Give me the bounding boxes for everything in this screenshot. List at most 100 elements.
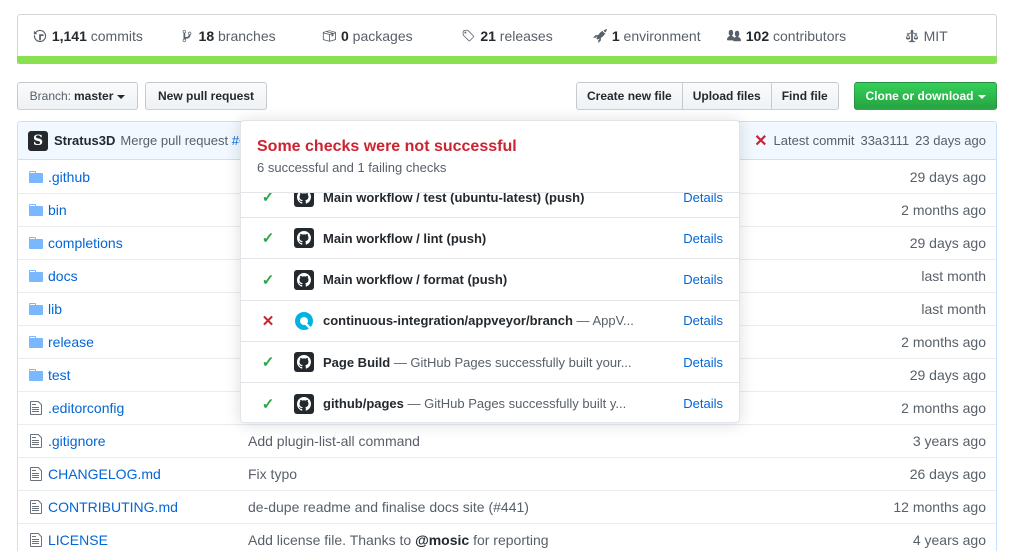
branches-link[interactable]: 18 branches [158, 28, 298, 44]
check-row: ✓ Main workflow / lint (push) Details [241, 218, 739, 260]
check-details-link[interactable]: Details [681, 396, 723, 411]
github-icon [294, 193, 314, 207]
folder-icon [29, 237, 43, 249]
check-icon: ✓ [261, 354, 275, 372]
check-icon: ✓ [261, 271, 275, 289]
commit-age: 23 days ago [915, 133, 986, 148]
folder-icon [29, 336, 43, 348]
check-details-link[interactable]: Details [681, 355, 723, 370]
commit-author[interactable]: Stratus3D [54, 133, 115, 148]
commit-message[interactable]: Merge pull request #6 [120, 133, 246, 148]
file-icon [30, 500, 42, 514]
file-age: last month [921, 268, 986, 284]
contributors-link[interactable]: 102 contributors [717, 28, 857, 44]
github-icon [297, 396, 311, 411]
github-icon [294, 269, 314, 290]
file-name-link[interactable]: .editorconfig [48, 400, 248, 416]
environments-link[interactable]: 1 environment [577, 28, 717, 44]
table-row: CONTRIBUTING.md de-dupe readme and finali… [18, 490, 996, 523]
file-name-link[interactable]: .github [48, 169, 248, 185]
file-icon [30, 401, 42, 415]
repo-summary: 1,141 commits 18 branches 0 packages 21 … [17, 14, 997, 64]
folder-icon [28, 334, 44, 350]
file-commit-message[interactable]: Fix typo [248, 466, 910, 482]
file-name-link[interactable]: LICENSE [48, 532, 248, 548]
file-commit-message[interactable]: Add license file. Thanks to @mosic for r… [248, 532, 913, 548]
branch-select-button[interactable]: Branch: master [17, 82, 138, 110]
file-name-link[interactable]: bin [48, 202, 248, 218]
failure-x-icon[interactable]: ✕ [754, 131, 767, 151]
check-row: ✓ Main workflow / test (ubuntu-latest) (p… [241, 193, 739, 218]
file-age: 3 years ago [912, 433, 986, 449]
github-icon [297, 193, 311, 204]
create-new-file-button[interactable]: Create new file [576, 82, 683, 110]
file-name-link[interactable]: .gitignore [48, 433, 248, 449]
file-name-link[interactable]: lib [48, 301, 248, 317]
license-link[interactable]: MIT [856, 28, 996, 44]
tag-icon [463, 29, 475, 42]
upload-files-button[interactable]: Upload files [681, 82, 772, 110]
check-details-link[interactable]: Details [681, 193, 723, 205]
check-name: Page Build — GitHub Pages successfully b… [323, 354, 632, 370]
check-row: ✕ continuous-integration/appveyor/branch … [241, 301, 739, 342]
appveyor-icon [295, 311, 313, 330]
packages-link[interactable]: 0 packages [297, 28, 437, 44]
find-file-button[interactable]: Find file [770, 82, 839, 110]
check-name: continuous-integration/appveyor/branch —… [323, 313, 634, 329]
table-row: LICENSE Add license file. Thanks to @mosi… [18, 523, 996, 551]
file-age: 4 years ago [912, 532, 986, 548]
new-pull-request-button[interactable]: New pull request [145, 82, 267, 110]
github-icon [297, 231, 311, 245]
checks-subtitle: 6 successful and 1 failing checks [257, 160, 447, 175]
check-details-link[interactable]: Details [681, 313, 723, 328]
file-age: 2 months ago [901, 202, 986, 218]
file-age: last month [921, 301, 986, 317]
file-commit-message[interactable]: Add plugin-list-all command [248, 433, 913, 449]
file-actions-group: Create new file Upload files Find file [576, 82, 839, 110]
check-name: Main workflow / test (ubuntu-latest) (pu… [323, 193, 585, 205]
appveyor-icon [294, 310, 314, 331]
file-age: 2 months ago [901, 334, 986, 350]
clone-or-download-button[interactable]: Clone or download [854, 82, 997, 110]
check-name: Main workflow / lint (push) [323, 230, 487, 246]
folder-icon [28, 367, 44, 383]
check-icon: ✓ [261, 395, 275, 413]
file-name-link[interactable]: CHANGELOG.md [48, 466, 248, 482]
caret-down-icon [117, 95, 126, 99]
commits-link[interactable]: 1,141 commits [18, 28, 158, 44]
folder-icon [28, 169, 44, 185]
table-row: CHANGELOG.md Fix typo 26 days ago [18, 457, 996, 490]
checks-list[interactable]: ✓ Main workflow / test (ubuntu-latest) (p… [241, 193, 739, 422]
releases-link[interactable]: 21 releases [437, 28, 577, 44]
github-icon [294, 228, 314, 249]
github-icon [297, 355, 311, 369]
caret-down-icon [977, 95, 986, 99]
avatar[interactable]: S [28, 130, 48, 151]
commit-sha[interactable]: 33a3111 [860, 133, 909, 148]
file-icon [30, 434, 42, 448]
file-icon [28, 433, 44, 449]
file-name-link[interactable]: completions [48, 235, 248, 251]
file-name-link[interactable]: release [48, 334, 248, 350]
check-row: ✓ Page Build — GitHub Pages successfully … [241, 342, 739, 384]
check-details-link[interactable]: Details [681, 272, 723, 287]
file-age: 29 days ago [909, 235, 986, 251]
file-name-link[interactable]: docs [48, 268, 248, 284]
latest-commit-label: Latest commit [773, 133, 855, 148]
file-name-link[interactable]: test [48, 367, 248, 383]
folder-icon [29, 270, 43, 282]
folder-icon [29, 369, 43, 381]
check-details-link[interactable]: Details [681, 231, 723, 246]
history-icon [33, 29, 46, 43]
commit-user-link[interactable]: @mosic [415, 532, 469, 548]
x-icon: ✕ [261, 312, 275, 330]
checks-popover: Some checks were not successful 6 succes… [240, 120, 740, 423]
file-icon [30, 533, 42, 547]
file-commit-message[interactable]: de-dupe readme and finalise docs site (#… [248, 499, 893, 515]
checks-popover-header: Some checks were not successful 6 succes… [241, 121, 739, 193]
check-icon: ✓ [261, 193, 275, 206]
language-bar[interactable] [17, 56, 997, 64]
folder-icon [28, 268, 44, 284]
file-name-link[interactable]: CONTRIBUTING.md [48, 499, 248, 515]
folder-icon [29, 303, 43, 315]
